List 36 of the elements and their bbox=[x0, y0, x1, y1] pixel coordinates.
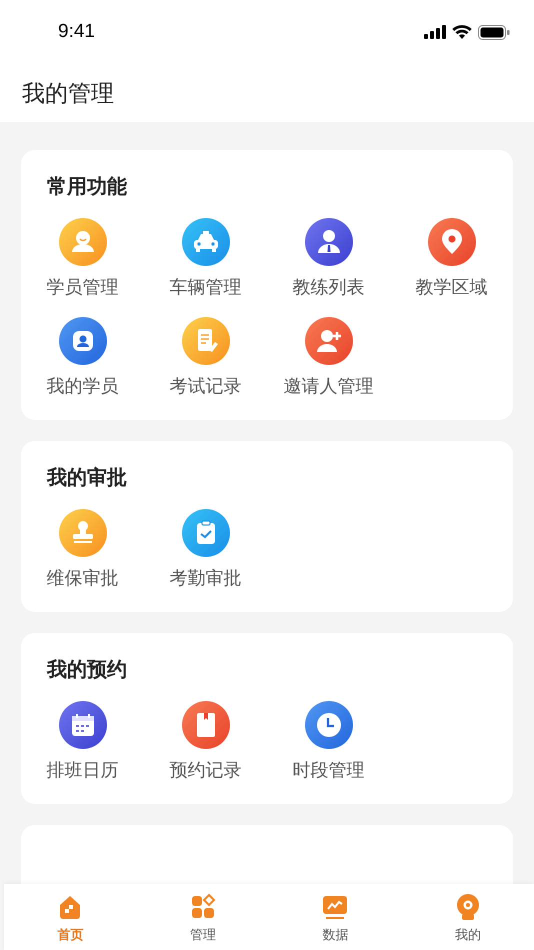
section-title: 我的预约 bbox=[47, 659, 127, 681]
wifi-icon bbox=[452, 25, 472, 39]
profile-icon bbox=[58, 317, 106, 365]
function-item[interactable]: 考试记录 bbox=[144, 317, 267, 400]
function-item[interactable]: 我的学员 bbox=[21, 317, 144, 400]
function-item[interactable]: 教学区域 bbox=[390, 218, 513, 301]
exam-icon bbox=[182, 317, 230, 365]
book-icon bbox=[182, 701, 230, 749]
tab-item[interactable]: 管理 bbox=[136, 884, 269, 950]
function-item[interactable]: 排班日历 bbox=[21, 701, 144, 784]
coach-icon bbox=[304, 218, 352, 266]
page-title: 我的管理 bbox=[22, 78, 114, 108]
calendar-icon bbox=[58, 701, 106, 749]
function-item[interactable]: 考勤审批 bbox=[144, 509, 267, 592]
function-item[interactable]: 时段管理 bbox=[267, 701, 390, 784]
tab-item[interactable]: 数据 bbox=[269, 884, 402, 950]
stamp-icon bbox=[58, 509, 106, 557]
function-item[interactable]: 学员管理 bbox=[21, 218, 144, 301]
student-icon bbox=[58, 218, 106, 266]
clipboard-icon bbox=[182, 509, 230, 557]
chart-icon bbox=[321, 893, 350, 921]
section-title: 常用功能 bbox=[47, 176, 127, 198]
car-icon bbox=[182, 218, 230, 266]
battery-icon bbox=[478, 24, 510, 40]
invite-icon bbox=[304, 317, 352, 365]
tab-item[interactable]: 我的 bbox=[402, 884, 534, 950]
section-title: 我的审批 bbox=[47, 467, 127, 489]
function-item[interactable]: 预约记录 bbox=[144, 701, 267, 784]
function-item[interactable]: 教练列表 bbox=[267, 218, 390, 301]
status-time: 9:41 bbox=[58, 20, 95, 44]
pin-icon bbox=[428, 218, 476, 266]
function-item[interactable]: 维保审批 bbox=[21, 509, 144, 592]
signal-icon bbox=[424, 25, 446, 39]
clock-icon bbox=[304, 701, 352, 749]
function-item[interactable]: 邀请人管理 bbox=[267, 317, 390, 400]
function-item[interactable]: 车辆管理 bbox=[144, 218, 267, 301]
